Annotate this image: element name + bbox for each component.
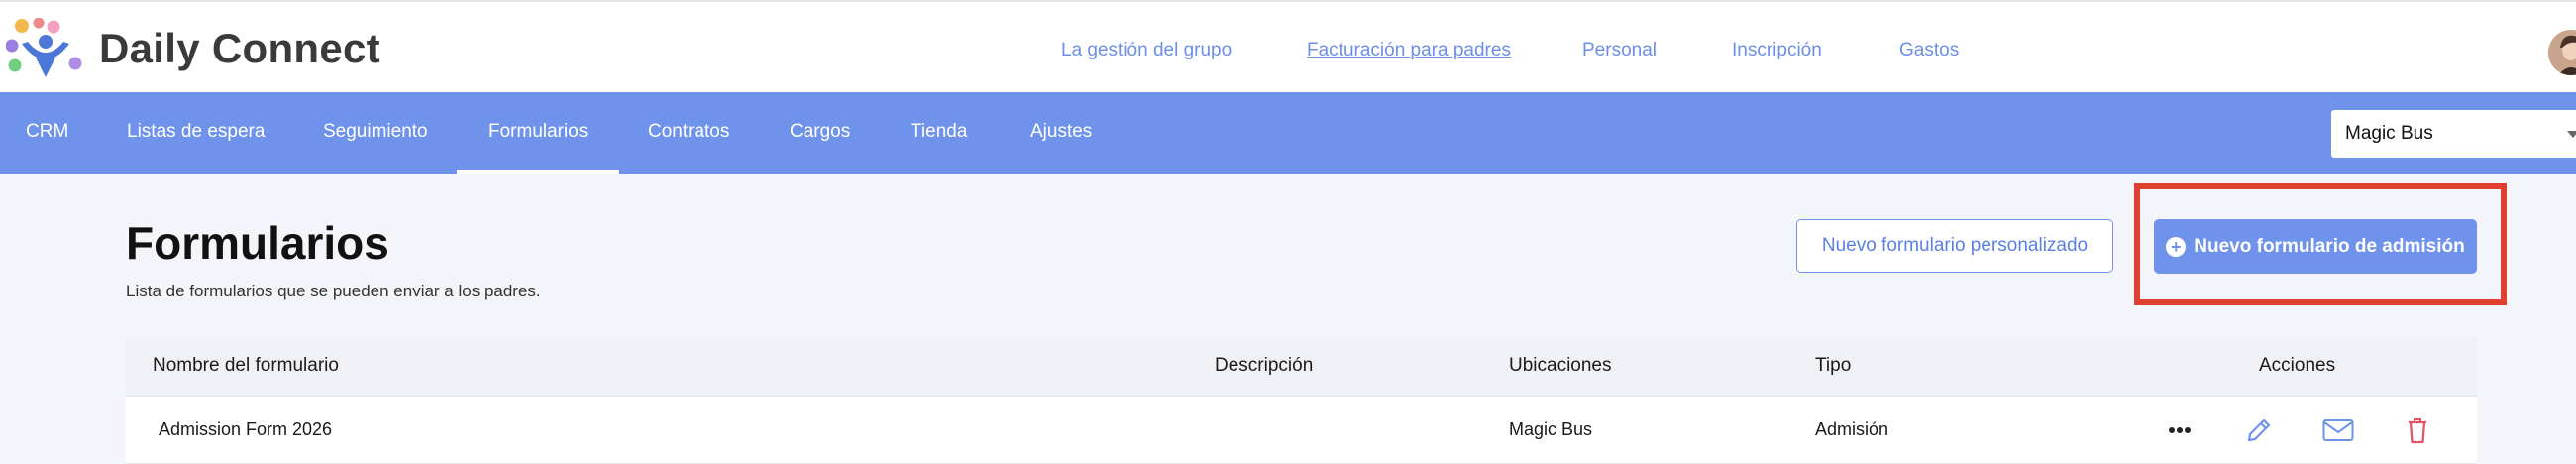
new-admission-form-label: Nuevo formulario de admisión <box>2194 235 2465 257</box>
forms-table-header: Nombre del formulario Descripción Ubicac… <box>126 337 2477 397</box>
tab-crm[interactable]: CRM <box>26 92 68 174</box>
top-nav-parent-billing[interactable]: Facturación para padres <box>1307 40 1511 61</box>
top-nav-enrollment[interactable]: Inscripción <box>1732 40 1822 61</box>
top-nav-expenses[interactable]: Gastos <box>1899 40 1959 61</box>
email-icon[interactable] <box>2322 414 2354 446</box>
top-header: Daily Connect La gestión del grupo Factu… <box>0 0 2576 92</box>
column-header-locations: Ubicaciones <box>1509 355 1612 376</box>
caret-down-icon <box>2567 131 2576 138</box>
top-nav: La gestión del grupo Facturación para pa… <box>0 40 2576 63</box>
column-header-actions: Acciones <box>2259 355 2336 376</box>
form-name-cell: Admission Form 2026 <box>159 419 333 439</box>
column-header-type: Tipo <box>1815 355 1852 376</box>
new-custom-form-button[interactable]: Nuevo formulario personalizado <box>1796 219 2113 273</box>
tab-charges[interactable]: Cargos <box>790 92 850 174</box>
top-nav-group-management[interactable]: La gestión del grupo <box>1061 40 1232 61</box>
location-select[interactable]: Magic Bus <box>2331 110 2576 158</box>
column-header-description: Descripción <box>1215 355 1314 376</box>
tab-forms[interactable]: Formularios <box>456 92 620 174</box>
location-select-value: Magic Bus <box>2345 123 2433 144</box>
tab-store[interactable]: Tienda <box>911 92 967 174</box>
sub-nav: CRM Listas de espera Seguimiento Formula… <box>0 92 2576 174</box>
user-avatar[interactable] <box>2548 30 2576 75</box>
column-header-name: Nombre del formulario <box>153 355 339 376</box>
tab-contracts[interactable]: Contratos <box>648 92 729 174</box>
new-admission-form-button[interactable]: + Nuevo formulario de admisión <box>2154 219 2477 274</box>
top-nav-staff[interactable]: Personal <box>1582 40 1657 61</box>
edit-pencil-icon[interactable] <box>2243 414 2275 446</box>
form-type-cell: Admisión <box>1815 419 1889 439</box>
trash-icon[interactable] <box>2402 414 2433 446</box>
tab-tracking[interactable]: Seguimiento <box>323 92 428 174</box>
page-subtitle: Lista de formularios que se pueden envia… <box>126 282 541 300</box>
tab-waitlists[interactable]: Listas de espera <box>127 92 265 174</box>
tab-settings[interactable]: Ajustes <box>1030 92 1092 174</box>
form-locations-cell: Magic Bus <box>1509 419 1593 439</box>
table-row[interactable]: Admission Form 2026 Magic Bus Admisión <box>126 397 2477 464</box>
plus-circle-icon: + <box>2166 236 2187 257</box>
more-icon[interactable] <box>2164 414 2196 446</box>
page-title: Formularios <box>126 217 389 269</box>
